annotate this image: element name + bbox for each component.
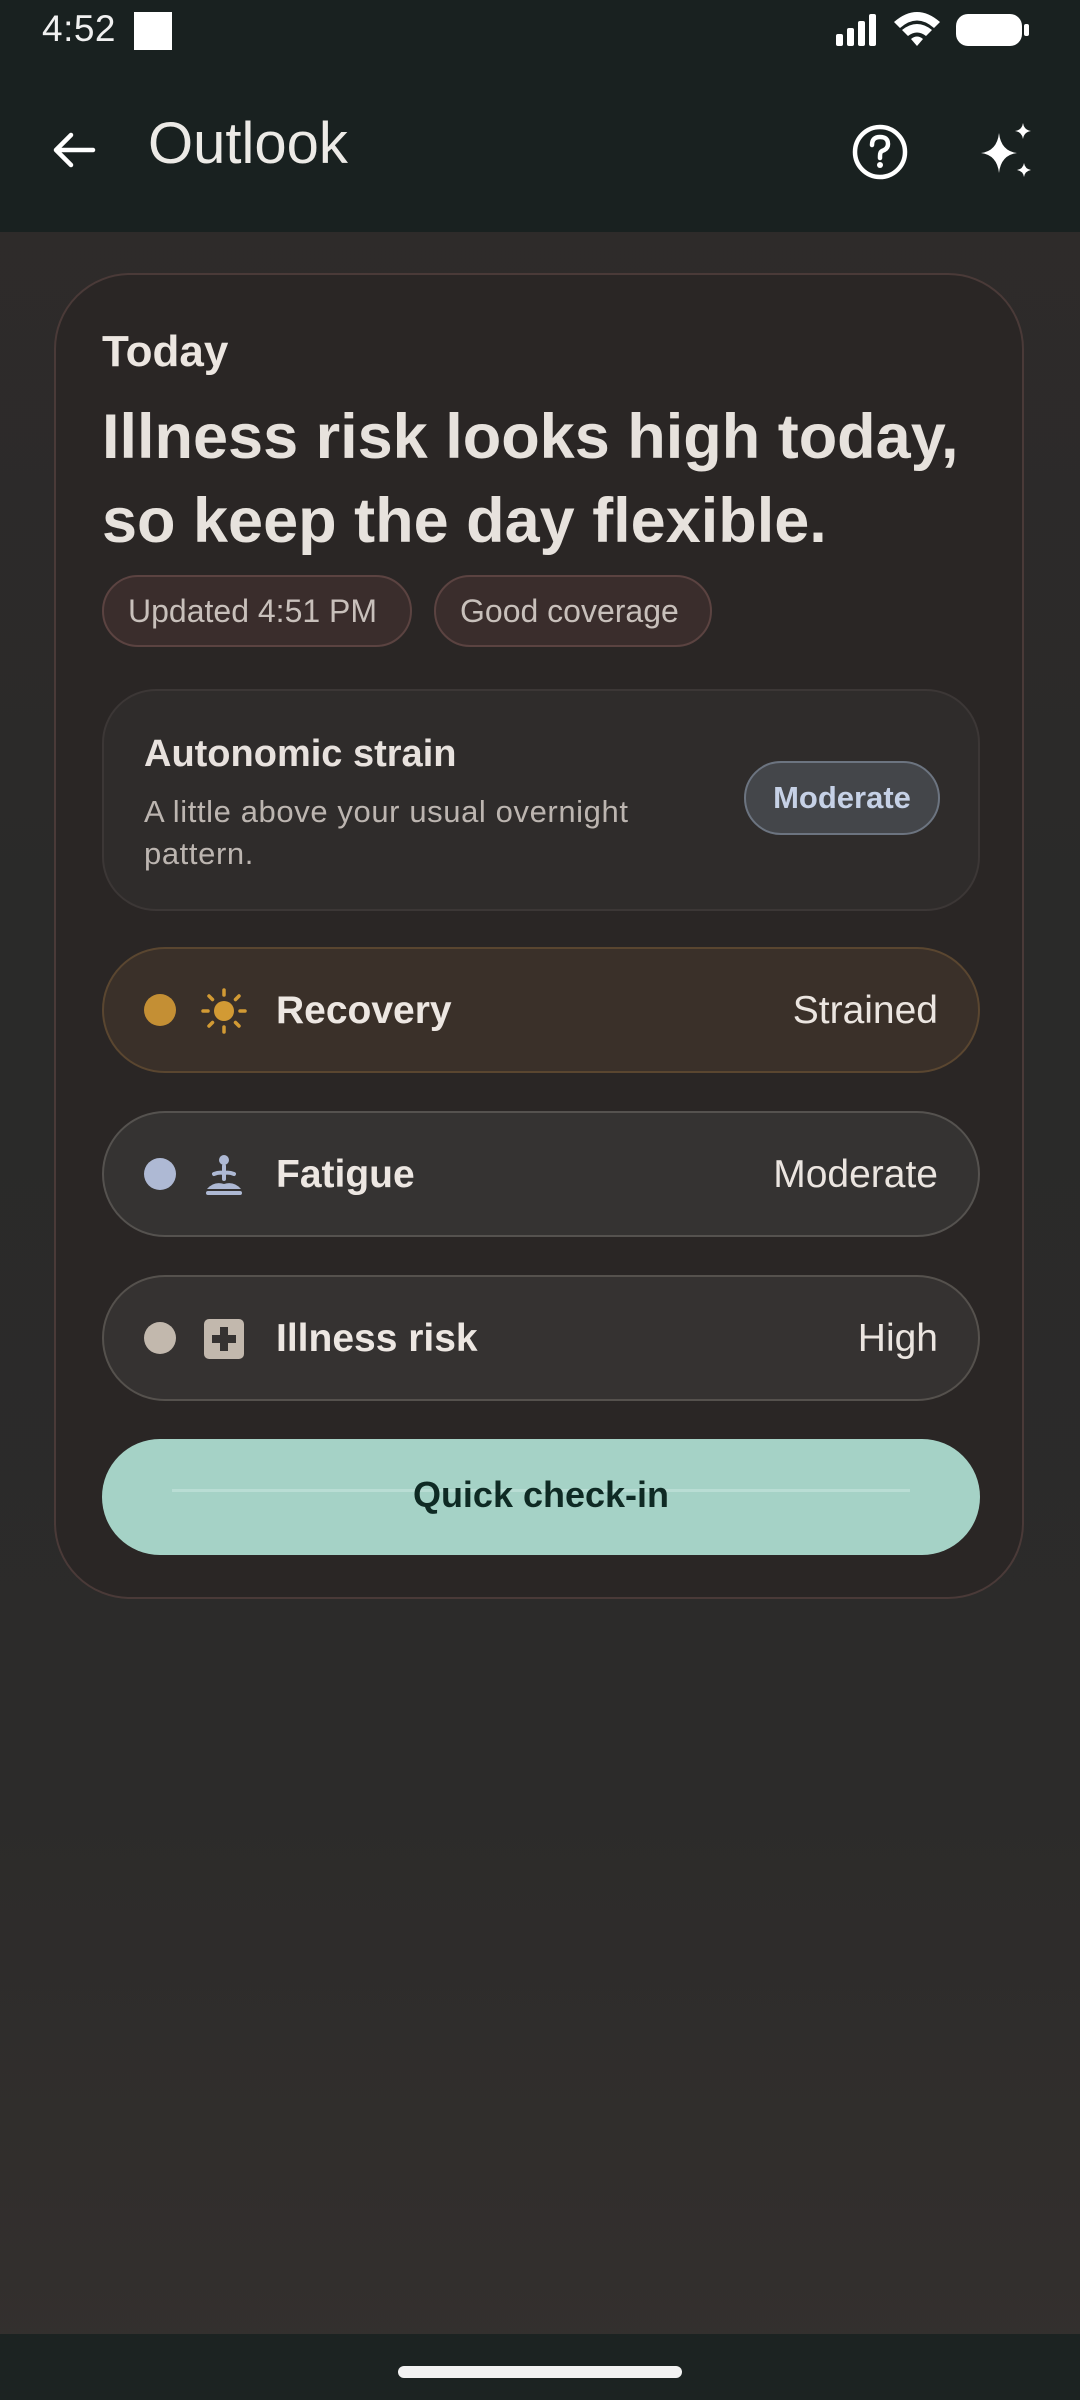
strain-title: Autonomic strain xyxy=(144,733,457,775)
gesture-nav-area xyxy=(0,2334,1080,2400)
medical-cross-icon xyxy=(204,1319,244,1359)
sparkle-icon xyxy=(981,123,1031,177)
coverage-chip: Good coverage xyxy=(434,575,712,647)
metric-value: High xyxy=(857,1317,938,1360)
metric-value: Moderate xyxy=(773,1153,938,1196)
updated-chip: Updated 4:51 PM xyxy=(102,575,412,647)
status-icons xyxy=(836,12,1029,46)
meditation-icon xyxy=(206,1155,242,1195)
status-dot xyxy=(144,1158,176,1190)
metric-value: Strained xyxy=(792,989,938,1032)
status-bar: 4:52 xyxy=(0,0,1080,62)
metric-label: Illness risk xyxy=(276,1317,478,1360)
back-button[interactable] xyxy=(36,112,112,188)
notification-square-icon xyxy=(134,12,172,50)
signal-icon xyxy=(836,14,876,46)
help-button[interactable] xyxy=(840,112,920,192)
page-title: Outlook xyxy=(148,111,348,176)
status-dot xyxy=(144,994,176,1026)
outlook-card: Today Illness risk looks high today, so … xyxy=(54,273,1024,1599)
metric-row-fatigue[interactable]: Fatigue Moderate xyxy=(102,1111,980,1237)
card-headline: Illness risk looks high today, so keep t… xyxy=(102,402,959,556)
quick-check-in-label: Quick check-in xyxy=(412,1474,670,1515)
wifi-icon xyxy=(894,12,940,46)
quick-check-in-button[interactable]: Quick check-in xyxy=(102,1439,980,1555)
top-app-bar: Outlook xyxy=(0,62,1080,232)
status-time: 4:52 xyxy=(42,8,117,49)
arrow-left-icon xyxy=(53,132,96,168)
status-dot xyxy=(144,1322,176,1354)
sun-icon xyxy=(201,988,247,1034)
assistant-button[interactable] xyxy=(966,112,1046,192)
metric-label: Fatigue xyxy=(276,1153,415,1196)
strain-description: A little above your usual overnight patt… xyxy=(144,794,629,871)
help-circle-icon xyxy=(852,124,908,180)
strain-badge: Moderate xyxy=(744,761,940,835)
metric-row-illness-risk[interactable]: Illness risk High xyxy=(102,1275,980,1401)
battery-icon xyxy=(956,14,1029,46)
metric-label: Recovery xyxy=(276,989,452,1032)
card-eyebrow: Today xyxy=(102,327,229,376)
home-gesture-handle[interactable] xyxy=(398,2366,682,2378)
metric-row-recovery[interactable]: Recovery Strained xyxy=(102,947,980,1073)
autonomic-strain-panel: Autonomic strain A little above your usu… xyxy=(102,689,980,911)
